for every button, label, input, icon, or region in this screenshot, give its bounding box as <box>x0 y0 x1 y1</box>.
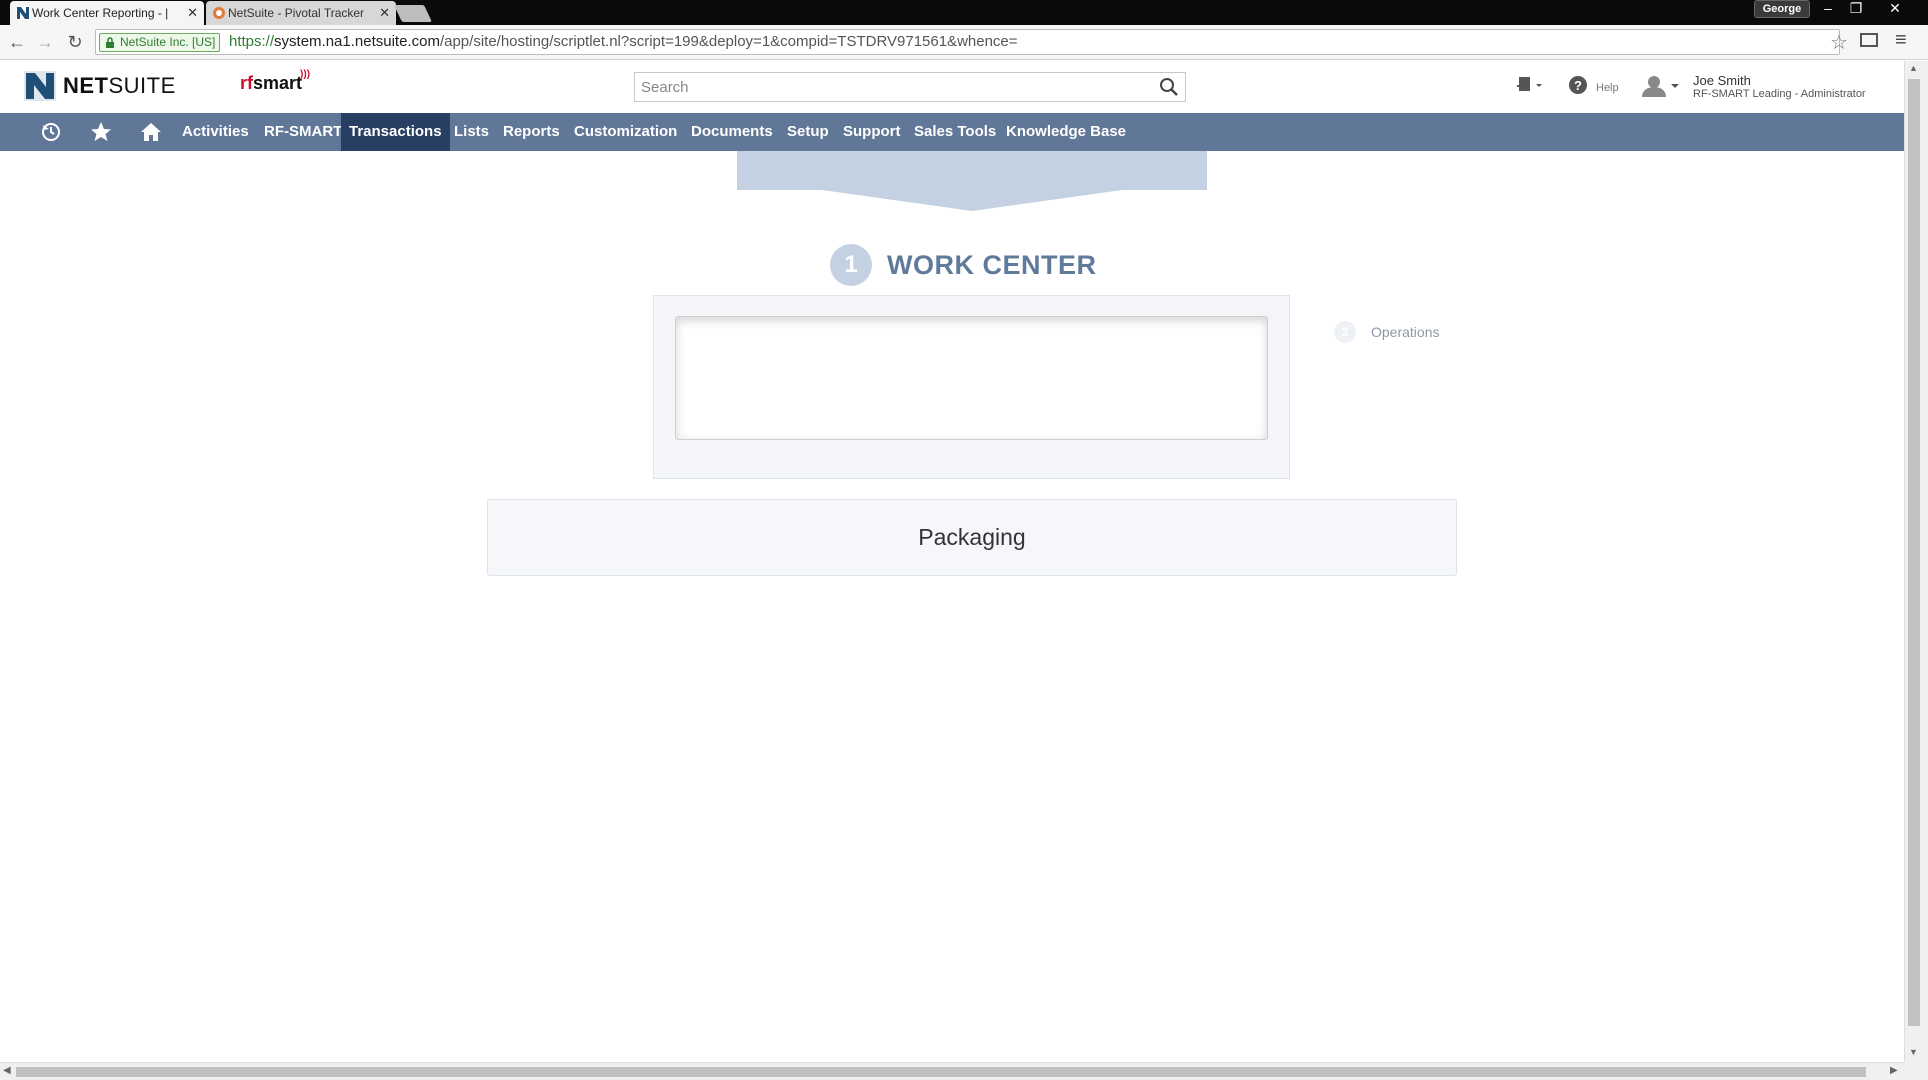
step-2-operations-label: Operations <box>1371 324 1440 340</box>
window-close-icon[interactable]: ✕ <box>1880 0 1910 18</box>
vertical-scrollbar[interactable]: ▲ ▼ <box>1904 61 1928 1066</box>
tab-close-icon[interactable]: ✕ <box>379 1 390 25</box>
search-input[interactable] <box>635 73 1135 101</box>
help-link[interactable]: Help <box>1596 82 1619 94</box>
step-1-number-badge: 1 <box>830 244 872 286</box>
vertical-scroll-thumb[interactable] <box>1908 79 1920 1026</box>
step-1-title: WORK CENTER <box>887 249 1097 280</box>
lock-icon <box>106 37 114 48</box>
work-center-input[interactable] <box>675 316 1268 440</box>
url-host: system.na1.netsuite.com <box>274 33 440 50</box>
minimize-icon[interactable]: – <box>1813 0 1843 18</box>
url-scheme: https:// <box>229 33 275 50</box>
search-icon[interactable] <box>1159 77 1179 97</box>
tab-title: NetSuite - Pivotal Tracker <box>228 6 365 20</box>
reload-icon[interactable]: ↻ <box>63 30 87 54</box>
svg-text:?: ? <box>1574 78 1582 93</box>
home-icon[interactable] <box>140 121 162 143</box>
pivotal-favicon <box>213 7 225 19</box>
browser-tab-strip: Work Center Reporting - | ✕ NetSuite - P… <box>0 0 1928 25</box>
create-new-icon[interactable] <box>1516 75 1544 97</box>
nav-item-customization[interactable]: Customization <box>566 113 685 151</box>
scroll-up-arrow-icon[interactable]: ▲ <box>1909 63 1918 73</box>
work-center-input-panel <box>653 295 1290 479</box>
horizontal-scroll-thumb[interactable] <box>16 1067 1866 1077</box>
scroll-down-arrow-icon[interactable]: ▼ <box>1909 1047 1918 1057</box>
forward-icon[interactable]: → <box>33 30 57 54</box>
global-search[interactable] <box>634 72 1186 102</box>
step-chevron-banner <box>737 151 1207 211</box>
tab-work-center-reporting[interactable]: Work Center Reporting - | ✕ <box>10 1 204 25</box>
netsuite-wordmark: NETSUITE <box>63 73 176 98</box>
new-tab-button[interactable] <box>394 5 432 22</box>
back-icon[interactable]: ← <box>5 30 29 54</box>
signal-icon: ))) <box>300 69 311 80</box>
tab-title: Work Center Reporting - | <box>32 6 169 20</box>
user-role[interactable]: RF-SMART Leading - Administrator <box>1693 88 1866 100</box>
help-icon[interactable]: ? <box>1568 75 1588 95</box>
user-avatar-icon[interactable] <box>1640 75 1680 97</box>
netsuite-logo-mark <box>24 71 56 101</box>
security-chip[interactable]: NetSuite Inc. [US] <box>99 33 221 52</box>
browser-profile-button[interactable]: George <box>1754 0 1810 18</box>
rfsmart-logo: rfsmart))) <box>240 69 311 93</box>
browser-toolbar: ← → ↻ NetSuite Inc. [US] https://system.… <box>0 25 1928 60</box>
netsuite-favicon <box>16 6 30 20</box>
nav-item-knowledge-base[interactable]: Knowledge Base <box>998 113 1134 151</box>
netsuite-header: NETSUITE rfsmart))) ? Help Joe Smith RF-… <box>0 61 1904 113</box>
netsuite-logo[interactable]: NETSUITE <box>24 69 176 103</box>
nav-item-documents[interactable]: Documents <box>683 113 781 151</box>
tab-pivotal-tracker[interactable]: NetSuite - Pivotal Tracker ✕ <box>206 1 396 25</box>
url-text: https://system.na1.netsuite.com/app/site… <box>229 33 1018 50</box>
work-center-option-packaging[interactable]: Packaging <box>487 499 1457 576</box>
scroll-right-arrow-icon[interactable]: ▶ <box>1890 1065 1898 1076</box>
favorites-star-icon[interactable] <box>90 121 112 143</box>
nav-item-rf-smart[interactable]: RF-SMART <box>256 113 350 151</box>
security-chip-label: NetSuite Inc. [US] <box>120 35 216 49</box>
url-path: /app/site/hosting/scriptlet.nl?script=19… <box>439 33 1018 50</box>
nav-item-lists[interactable]: Lists <box>446 113 497 151</box>
bookmark-star-icon[interactable]: ☆ <box>1830 30 1848 55</box>
tab-close-icon[interactable]: ✕ <box>187 1 198 25</box>
user-name[interactable]: Joe Smith <box>1693 73 1751 88</box>
browser-menu-icon[interactable]: ≡ <box>1895 29 1907 52</box>
nav-item-transactions[interactable]: Transactions <box>341 113 450 151</box>
address-bar[interactable]: NetSuite Inc. [US] https://system.na1.ne… <box>95 29 1840 55</box>
step-2-number-badge: 2 <box>1334 321 1356 343</box>
horizontal-scrollbar[interactable]: ◀ ▶ <box>0 1062 1904 1080</box>
recent-records-icon[interactable] <box>40 121 62 143</box>
nav-item-setup[interactable]: Setup <box>779 113 837 151</box>
cast-icon[interactable] <box>1860 33 1878 47</box>
nav-item-activities[interactable]: Activities <box>174 113 257 151</box>
step-1-header: 1 WORK CENTER <box>830 244 1097 286</box>
scrollbar-corner <box>1904 1062 1928 1080</box>
nav-item-reports[interactable]: Reports <box>495 113 568 151</box>
main-nav-bar: Activities RF-SMART Transactions Lists R… <box>0 113 1904 151</box>
nav-item-sales-tools[interactable]: Sales Tools <box>906 113 1004 151</box>
restore-icon[interactable]: ❐ <box>1841 0 1871 18</box>
scroll-left-arrow-icon[interactable]: ◀ <box>3 1065 11 1076</box>
nav-item-support[interactable]: Support <box>835 113 909 151</box>
